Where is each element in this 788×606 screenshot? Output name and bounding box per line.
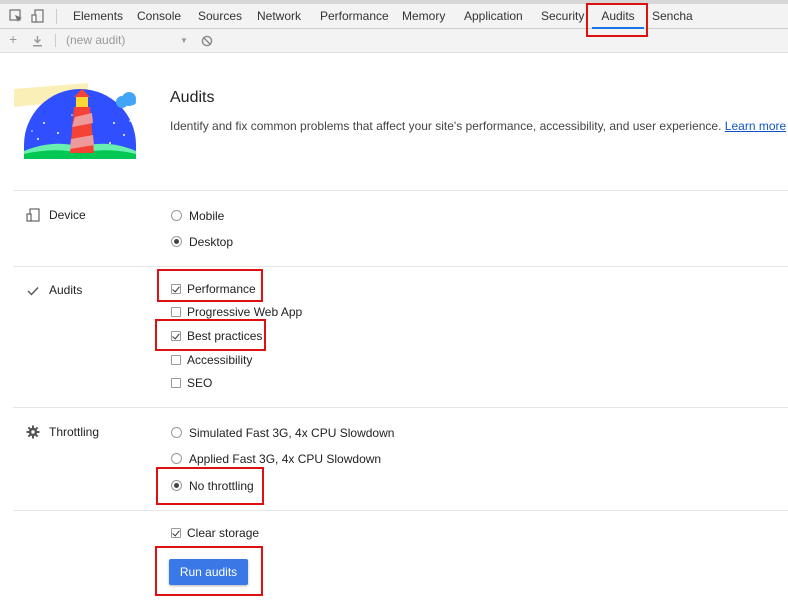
no-throttling-radio[interactable] (171, 480, 182, 491)
desktop-label: Desktop (189, 235, 234, 249)
run-audits-button[interactable]: Run audits (169, 559, 248, 585)
throttling-option-applied[interactable]: Applied Fast 3G, 4x CPU Slowdown (171, 451, 381, 467)
applied-label: Applied Fast 3G, 4x CPU Slowdown (189, 452, 382, 466)
accessibility-checkbox[interactable] (171, 355, 181, 365)
no-throttling-label: No throttling (189, 479, 254, 493)
section-divider (13, 407, 788, 408)
seo-label: SEO (187, 376, 213, 390)
tab-performance[interactable]: Performance (320, 4, 389, 29)
audit-option-performance[interactable]: Performance (171, 281, 256, 297)
audit-select-chevron-icon[interactable]: ▼ (180, 36, 188, 45)
inspect-element-icon[interactable] (9, 9, 23, 23)
section-divider (13, 190, 788, 191)
audit-option-best-practices[interactable]: Best practices (171, 328, 262, 344)
desktop-radio[interactable] (171, 236, 182, 247)
pwa-checkbox[interactable] (171, 307, 181, 317)
device-option-mobile[interactable]: Mobile (171, 208, 224, 224)
seo-checkbox[interactable] (171, 378, 181, 388)
performance-label: Performance (187, 282, 256, 296)
checkmark-icon (27, 287, 39, 296)
audits-toolbar: + (new audit) ▼ (0, 29, 788, 53)
throttling-option-none[interactable]: No throttling (171, 478, 254, 494)
download-report-icon[interactable] (32, 35, 43, 47)
add-audit-icon[interactable]: + (9, 31, 17, 47)
tab-sencha[interactable]: Sencha (652, 4, 693, 29)
tab-sources[interactable]: Sources (198, 4, 242, 29)
tab-memory[interactable]: Memory (402, 4, 445, 29)
mobile-label: Mobile (189, 209, 225, 223)
best-practices-label: Best practices (187, 329, 263, 343)
page-title: Audits (170, 89, 215, 106)
page-description: Identify and fix common problems that af… (170, 119, 786, 133)
section-divider (13, 510, 788, 511)
gear-icon (26, 425, 40, 439)
simulated-label: Simulated Fast 3G, 4x CPU Slowdown (189, 426, 395, 440)
section-divider (13, 266, 788, 267)
device-toolbar-icon[interactable] (31, 9, 45, 23)
learn-more-link[interactable]: Learn more (725, 119, 786, 133)
device-option-desktop[interactable]: Desktop (171, 234, 233, 250)
tab-application[interactable]: Application (464, 4, 523, 29)
performance-checkbox[interactable] (171, 284, 181, 294)
mobile-radio[interactable] (171, 210, 182, 221)
toolbar-separator (55, 34, 56, 47)
throttling-option-simulated[interactable]: Simulated Fast 3G, 4x CPU Slowdown (171, 425, 394, 441)
tab-network[interactable]: Network (257, 4, 301, 29)
clear-storage-checkbox[interactable] (171, 528, 181, 538)
audits-label: Audits (49, 283, 83, 297)
audit-option-accessibility[interactable]: Accessibility (171, 352, 252, 368)
applied-radio[interactable] (171, 453, 182, 464)
tab-separator (56, 9, 57, 24)
tab-console[interactable]: Console (137, 4, 181, 29)
device-label: Device (49, 208, 86, 222)
audit-option-pwa[interactable]: Progressive Web App (171, 304, 302, 320)
audit-option-seo[interactable]: SEO (171, 375, 212, 391)
device-icon (26, 208, 40, 222)
audit-select[interactable]: (new audit) (66, 33, 125, 47)
tab-security[interactable]: Security (541, 4, 584, 29)
accessibility-label: Accessibility (187, 353, 253, 367)
simulated-radio[interactable] (171, 427, 182, 438)
throttling-label: Throttling (49, 425, 100, 439)
lighthouse-logo (14, 83, 136, 159)
description-text: Identify and fix common problems that af… (170, 119, 722, 133)
devtools-tab-bar: Elements Console Sources Network Perform… (0, 4, 788, 29)
best-practices-checkbox[interactable] (171, 331, 181, 341)
clear-audits-icon[interactable] (201, 35, 213, 47)
tab-audits[interactable]: Audits (592, 4, 644, 29)
tab-elements[interactable]: Elements (73, 4, 123, 29)
pwa-label: Progressive Web App (187, 305, 303, 319)
clear-storage-label: Clear storage (187, 526, 260, 540)
clear-storage-option[interactable]: Clear storage (171, 525, 259, 541)
